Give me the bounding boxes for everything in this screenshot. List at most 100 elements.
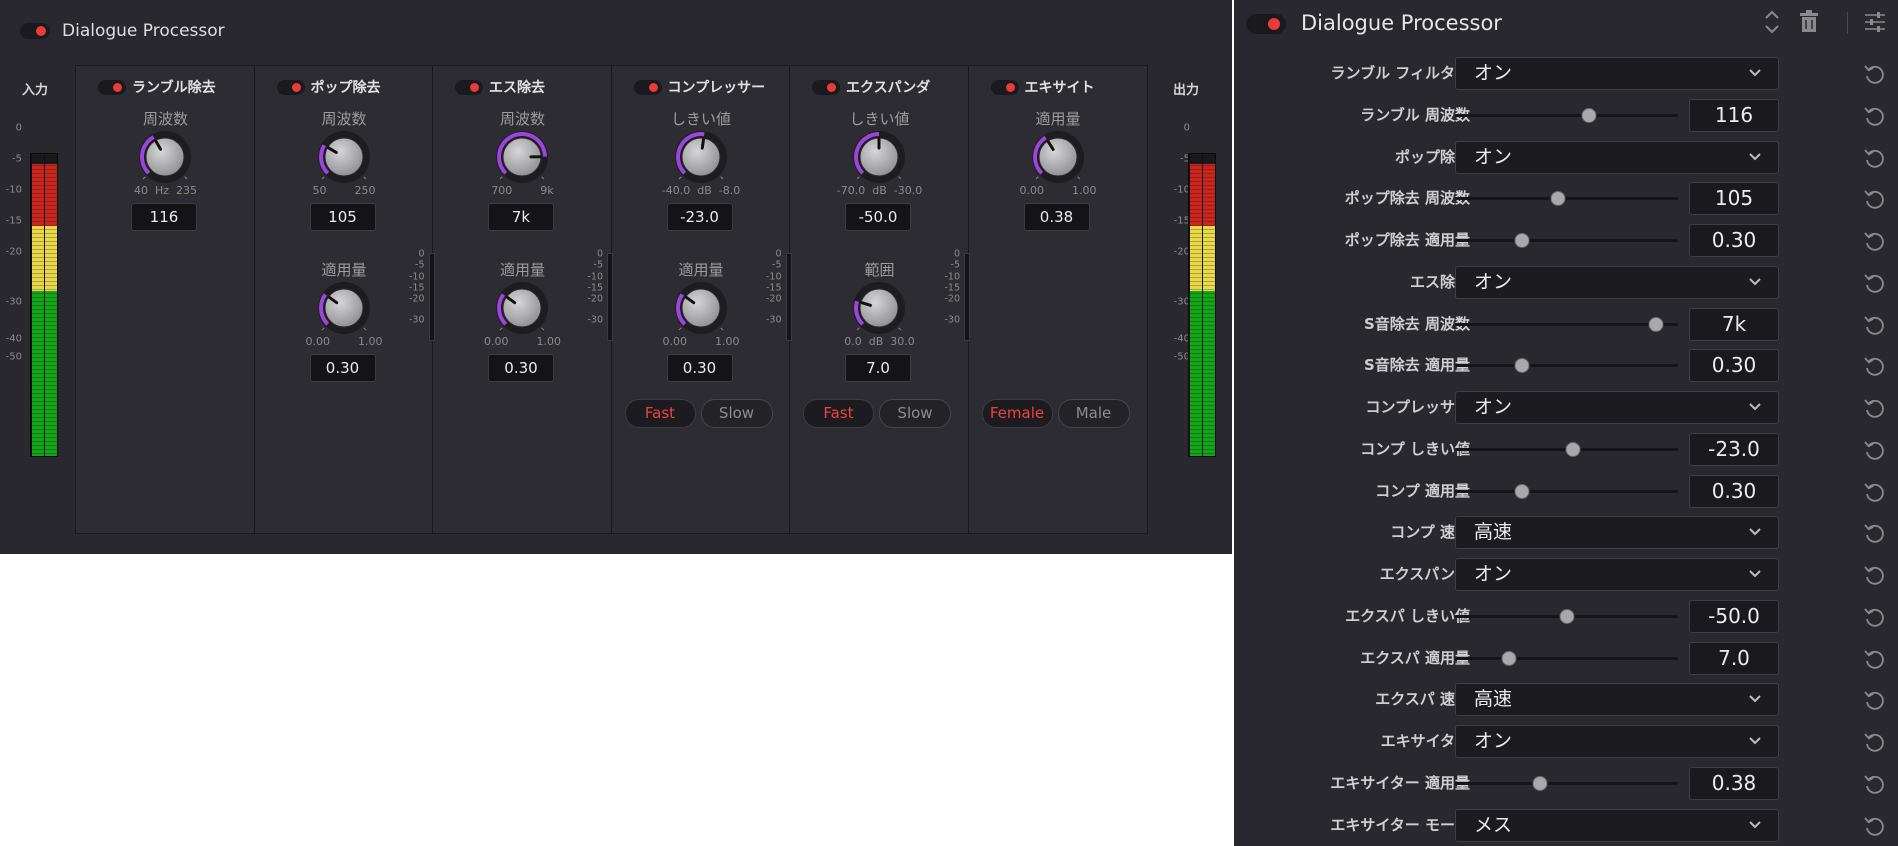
slider-thumb[interactable] [1514, 233, 1530, 248]
parameter-row: エス除去 オン [1234, 262, 1898, 302]
slider-thumb[interactable] [1565, 441, 1581, 457]
knob-value-field[interactable]: 7k [488, 203, 554, 231]
rotary-knob[interactable] [1028, 127, 1088, 187]
parameter-value-field[interactable]: 7k [1689, 307, 1779, 341]
parameter-value-field[interactable]: 0.38 [1689, 766, 1779, 800]
parameter-dropdown[interactable]: 高速 [1455, 516, 1779, 550]
rotary-knob[interactable] [492, 127, 552, 187]
parameter-slider[interactable] [1455, 483, 1678, 499]
slider-thumb[interactable] [1550, 191, 1566, 207]
input-label: 入力 [22, 83, 49, 98]
slider-thumb[interactable] [1559, 608, 1574, 624]
parameter-value-field[interactable]: 7.0 [1689, 641, 1779, 675]
reset-icon[interactable] [1862, 354, 1886, 378]
module-enable-toggle[interactable] [98, 79, 126, 95]
reset-icon[interactable] [1862, 605, 1886, 629]
parameter-value-field[interactable]: 0.30 [1689, 349, 1779, 383]
reset-icon[interactable] [1862, 62, 1886, 86]
parameter-slider[interactable] [1455, 358, 1678, 374]
module-enable-toggle[interactable] [812, 79, 840, 95]
parameter-dropdown[interactable]: オン [1455, 558, 1779, 591]
rotary-knob[interactable] [849, 278, 909, 338]
parameter-dropdown[interactable]: オン [1455, 391, 1779, 424]
rotary-knob[interactable] [314, 278, 374, 338]
parameter-dropdown[interactable]: オン [1455, 140, 1779, 174]
reset-icon[interactable] [1862, 772, 1886, 796]
parameter-dropdown[interactable]: オン [1455, 265, 1779, 299]
reset-icon[interactable] [1862, 814, 1886, 838]
knob-value-field[interactable]: 0.30 [309, 354, 376, 382]
module-enable-toggle[interactable] [633, 79, 662, 95]
reset-icon[interactable] [1862, 187, 1886, 211]
reset-icon[interactable] [1862, 563, 1886, 587]
parameter-value-field[interactable]: 116 [1689, 98, 1779, 132]
rotary-knob[interactable] [671, 127, 731, 187]
reset-icon[interactable] [1862, 730, 1886, 754]
processor-enable-toggle[interactable] [20, 23, 50, 39]
trash-icon[interactable] [1796, 8, 1822, 36]
reset-icon[interactable] [1862, 688, 1886, 712]
mode-button-slow[interactable]: Slow [879, 399, 951, 428]
knob-value-field[interactable]: -50.0 [845, 203, 911, 231]
parameter-slider[interactable] [1455, 608, 1678, 624]
reset-icon[interactable] [1862, 438, 1886, 462]
module-enable-toggle[interactable] [990, 79, 1019, 95]
reset-icon[interactable] [1862, 271, 1886, 295]
rotary-knob[interactable] [849, 127, 909, 187]
parameter-value-field[interactable]: 0.30 [1689, 474, 1779, 508]
parameter-slider[interactable] [1455, 441, 1678, 457]
reset-icon[interactable] [1862, 313, 1886, 337]
mode-button-slow[interactable]: Slow [700, 399, 773, 428]
knob-value-field[interactable]: -23.0 [666, 203, 733, 231]
range-unit: dB [697, 184, 712, 197]
parameter-slider[interactable] [1455, 775, 1678, 791]
parameter-slider[interactable] [1455, 191, 1678, 207]
gr-scale-tick: -5 [950, 259, 960, 271]
sliders-icon[interactable] [1862, 8, 1888, 36]
module-enable-toggle[interactable] [276, 79, 305, 95]
inspector-enable-toggle[interactable] [1246, 14, 1286, 34]
updown-arrows-icon[interactable] [1759, 8, 1785, 36]
slider-thumb[interactable] [1514, 358, 1530, 374]
slider-thumb[interactable] [1514, 483, 1530, 499]
parameter-slider[interactable] [1455, 107, 1678, 123]
parameter-dropdown[interactable]: メス [1455, 808, 1779, 842]
slider-thumb[interactable] [1581, 107, 1597, 123]
knob-value-field[interactable]: 0.30 [488, 354, 554, 382]
mode-button-male[interactable]: Male [1057, 399, 1130, 428]
reset-icon[interactable] [1862, 104, 1886, 128]
meter-scale-tick: 0 [1183, 122, 1190, 134]
slider-thumb[interactable] [1648, 316, 1664, 332]
mode-button-fast[interactable]: Fast [803, 399, 874, 428]
mode-button-female[interactable]: Female [981, 399, 1053, 428]
parameter-value-field[interactable]: 0.30 [1689, 224, 1779, 257]
reset-icon[interactable] [1862, 480, 1886, 504]
rotary-knob[interactable] [492, 278, 552, 338]
knob-value-field[interactable]: 7.0 [845, 354, 911, 382]
parameter-slider[interactable] [1455, 316, 1678, 332]
knob-value-field[interactable]: 0.30 [666, 354, 733, 382]
reset-icon[interactable] [1862, 229, 1886, 253]
knob-value-field[interactable]: 105 [309, 203, 376, 231]
rotary-knob[interactable] [314, 127, 374, 187]
reset-icon[interactable] [1862, 521, 1886, 545]
slider-thumb[interactable] [1501, 650, 1517, 666]
knob-value-field[interactable]: 116 [131, 203, 197, 231]
knob-value-field[interactable]: 0.38 [1023, 203, 1090, 231]
rotary-knob[interactable] [135, 127, 195, 187]
parameter-value-field[interactable]: 105 [1689, 182, 1779, 216]
parameter-value-field[interactable]: -23.0 [1689, 432, 1779, 466]
reset-icon[interactable] [1862, 647, 1886, 671]
rotary-knob[interactable] [671, 278, 731, 338]
reset-icon[interactable] [1862, 146, 1886, 170]
mode-button-fast[interactable]: Fast [624, 399, 696, 428]
module-enable-toggle[interactable] [455, 79, 483, 95]
parameter-dropdown[interactable]: オン [1455, 57, 1779, 90]
parameter-dropdown[interactable]: 高速 [1455, 683, 1779, 717]
parameter-slider[interactable] [1455, 650, 1678, 666]
reset-icon[interactable] [1862, 396, 1886, 420]
slider-thumb[interactable] [1532, 775, 1548, 791]
parameter-value-field[interactable]: -50.0 [1689, 599, 1779, 633]
parameter-slider[interactable] [1455, 233, 1678, 248]
parameter-dropdown[interactable]: オン [1455, 725, 1779, 758]
